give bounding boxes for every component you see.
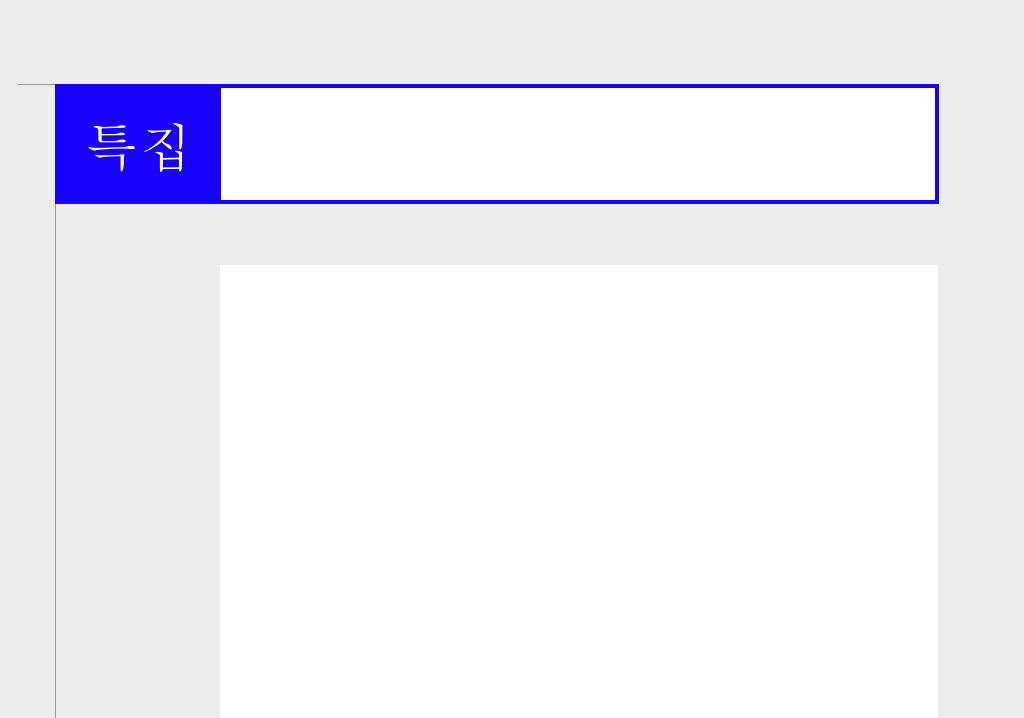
content-body: [220, 265, 938, 718]
section-badge-text: 특집: [85, 107, 194, 181]
margin-tick-top: [18, 84, 55, 85]
header-title-area: [221, 88, 935, 200]
section-badge: 특집: [59, 88, 221, 200]
header-banner: 특집: [55, 84, 939, 204]
